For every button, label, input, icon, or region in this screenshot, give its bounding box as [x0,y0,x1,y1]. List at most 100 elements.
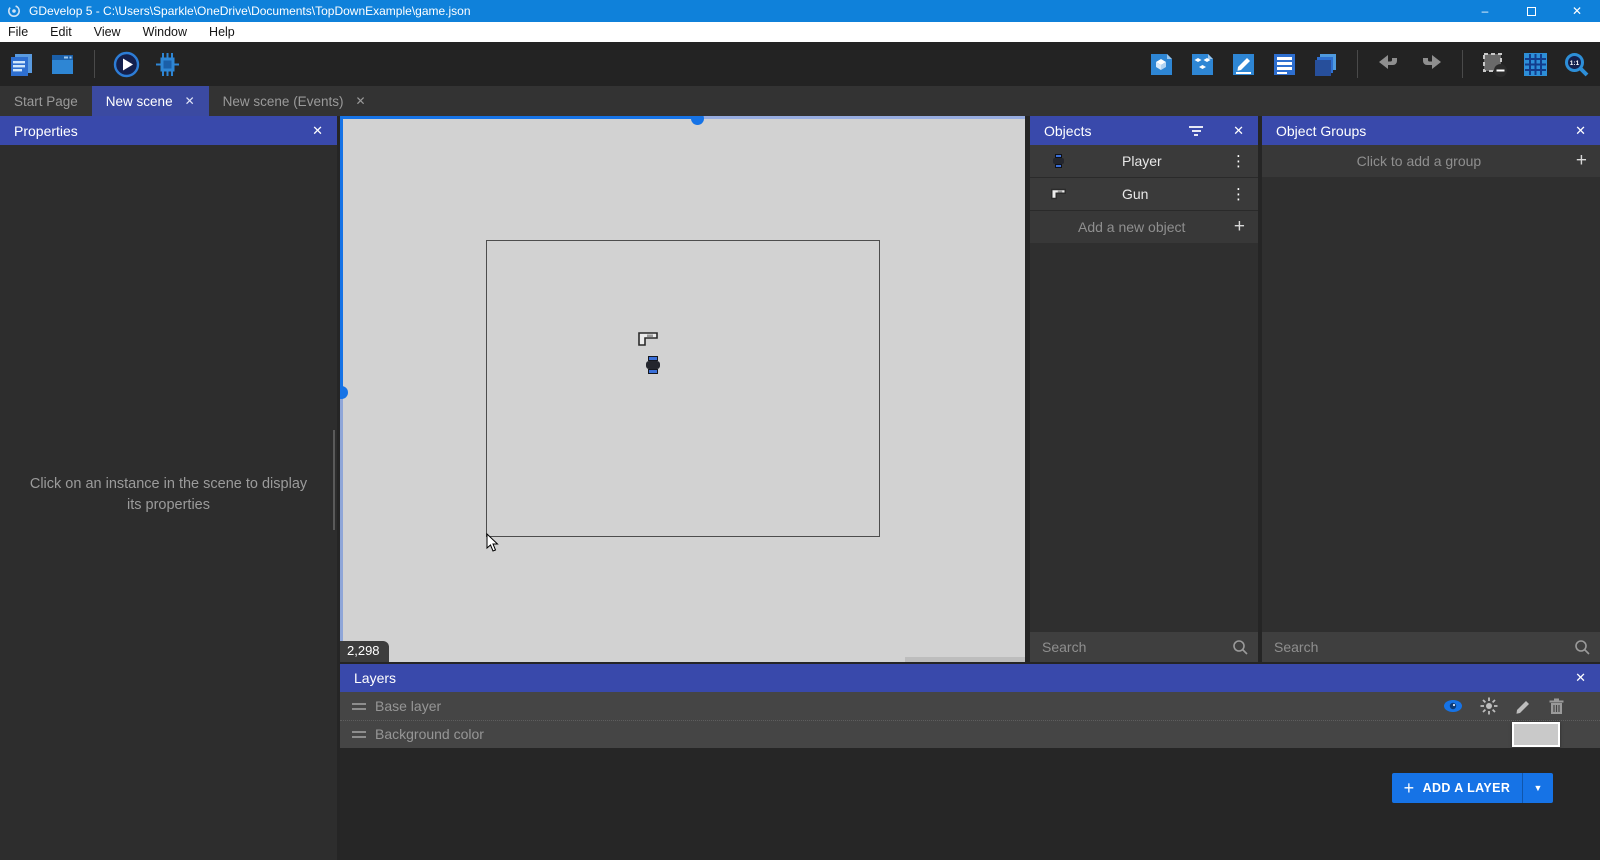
instances-list-icon[interactable] [1271,51,1298,78]
deselect-all-icon[interactable] [1481,51,1508,78]
layer-name: Background color [375,726,484,742]
properties-title: Properties [14,122,78,139]
scene-canvas[interactable]: 2,298 [340,116,1025,662]
preview-window-icon[interactable] [49,51,76,78]
minimize-button[interactable]: – [1462,0,1508,22]
redo-icon[interactable] [1417,51,1444,78]
tab-close-icon[interactable]: ✕ [185,94,195,108]
menu-help[interactable]: Help [198,25,246,39]
editor-tabbar: Start Page New scene ✕ New scene (Events… [0,86,1600,116]
plus-icon: + [1233,216,1245,237]
add-new-object-button[interactable]: Add a new object + [1030,211,1258,243]
canvas-top-scrollbar-track[interactable] [697,116,1025,119]
gun-thumbnail-icon [1030,188,1086,200]
canvas-top-scrollbar[interactable] [340,116,697,119]
close-button[interactable]: ✕ [1554,0,1600,22]
object-groups-title: Object Groups [1276,122,1367,139]
menu-view[interactable]: View [83,25,132,39]
toggle-grid-icon[interactable] [1522,51,1549,78]
object-row-player[interactable]: Player ⋮ [1030,145,1258,178]
scroll-handle-left[interactable] [340,386,348,399]
edit-layer-pencil-icon[interactable] [1515,698,1532,715]
scroll-position-badge: 2,298 [340,641,389,662]
object-name: Gun [1122,186,1149,202]
zoom-1-1-icon[interactable]: 1:1 [1563,51,1590,78]
restore-icon [1526,6,1536,16]
debug-icon[interactable] [154,51,181,78]
layers-title: Layers [354,670,397,686]
objects-title: Objects [1044,122,1092,139]
close-icon[interactable]: ✕ [1233,123,1244,139]
tab-label: New scene [105,93,173,109]
toolbar-separator [1462,50,1463,78]
drag-handle-icon[interactable] [352,700,366,713]
menu-file[interactable]: File [0,25,39,39]
chevron-down-icon: ▼ [1533,783,1543,793]
undo-icon[interactable] [1376,51,1403,78]
close-icon[interactable]: ✕ [1575,670,1586,686]
kebab-menu-icon[interactable]: ⋮ [1231,185,1246,203]
object-name: Player [1122,153,1162,169]
menu-edit[interactable]: Edit [39,25,83,39]
mouse-cursor [486,533,499,552]
window-title: GDevelop 5 - C:\Users\Sparkle\OneDrive\D… [29,4,471,18]
toolbar-separator [94,50,95,78]
player-thumbnail-icon [1030,153,1086,169]
groups-search-row [1262,632,1600,662]
groups-search-input[interactable] [1262,639,1574,655]
menu-bar: File Edit View Window Help [0,22,1600,42]
visibility-eye-icon[interactable] [1443,699,1463,713]
tab-new-scene[interactable]: New scene ✕ [91,86,209,116]
tab-label: Start Page [14,93,78,109]
window-controls: – ✕ [1462,0,1600,22]
play-preview-icon[interactable] [113,51,140,78]
search-icon [1575,640,1590,655]
layer-effects-icon[interactable] [1480,697,1498,715]
scrollbar[interactable] [333,430,335,530]
object-groups-header: Object Groups ✕ [1262,116,1600,145]
tab-start-page[interactable]: Start Page [0,86,92,116]
search-icon [1233,640,1248,655]
objects-search-input[interactable] [1030,639,1232,655]
toolbar-separator [1357,50,1358,78]
restore-button[interactable] [1508,0,1554,22]
object-row-gun[interactable]: Gun ⋮ [1030,178,1258,211]
toolbar-right-group: 1:1 [1148,50,1590,78]
player-instance[interactable] [646,356,660,375]
tab-label: New scene (Events) [222,93,344,109]
add-object-label: Add a new object [1078,219,1186,235]
layer-row-background-color[interactable]: Background color [340,720,1600,749]
properties-hint: Click on an instance in the scene to dis… [29,476,308,514]
canvas-bottom-scrollbar[interactable] [905,657,1025,662]
kebab-menu-icon[interactable]: ⋮ [1231,152,1246,170]
delete-layer-trash-icon[interactable] [1549,698,1564,715]
layer-name: Base layer [375,698,442,714]
gun-instance[interactable] [637,331,659,347]
layer-row-base[interactable]: Base layer [340,692,1600,721]
background-color-swatch[interactable] [1512,722,1560,747]
add-group-button[interactable]: Click to add a group + [1262,145,1600,177]
add-layer-dropdown[interactable]: ▼ [1522,773,1553,803]
close-icon[interactable]: ✕ [1575,123,1586,139]
add-layer-button[interactable]: + ADD A LAYER ▼ [1392,773,1553,803]
add-group-label: Click to add a group [1356,153,1482,169]
canvas-left-scrollbar-track[interactable] [340,392,343,662]
layers-header: Layers ✕ [340,664,1600,692]
filter-icon[interactable] [1189,124,1204,138]
drag-handle-icon[interactable] [352,728,366,741]
tab-new-scene-events[interactable]: New scene (Events) ✕ [209,86,380,116]
object-groups-editor-icon[interactable] [1189,51,1216,78]
layers-editor-icon[interactable] [1312,51,1339,78]
properties-editor-icon[interactable] [1230,51,1257,78]
objects-search-row [1030,632,1258,662]
project-manager-icon[interactable] [8,51,35,78]
tab-close-icon[interactable]: ✕ [355,94,365,108]
zoom-ratio-label: 1:1 [1570,60,1580,67]
objects-header: Objects ✕ [1030,116,1258,145]
canvas-left-scrollbar[interactable] [340,116,343,392]
close-icon[interactable]: ✕ [312,123,323,139]
menu-window[interactable]: Window [132,25,198,39]
objects-editor-icon[interactable] [1148,51,1175,78]
scroll-handle-top[interactable] [691,116,704,125]
toolbar-left-group [8,50,181,78]
